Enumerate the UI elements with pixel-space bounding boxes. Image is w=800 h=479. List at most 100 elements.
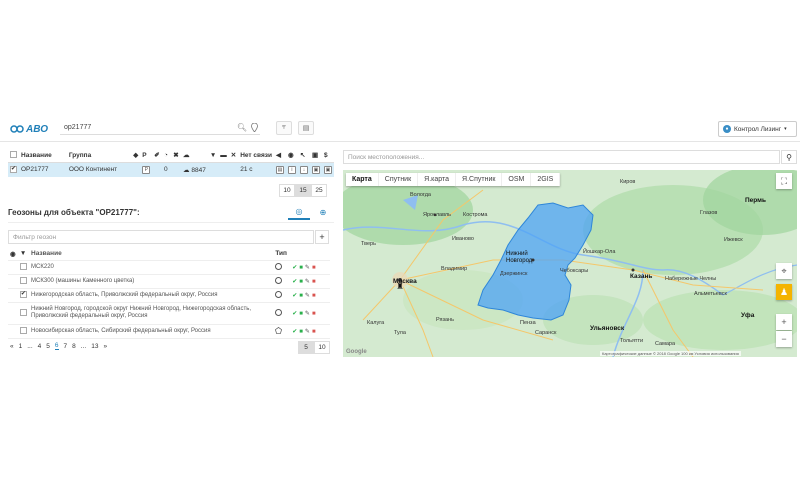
edit-icon[interactable]: ✎	[305, 278, 310, 285]
delete-icon[interactable]: ■	[312, 329, 316, 335]
page-size-10[interactable]: 10	[279, 184, 295, 197]
square-icon[interactable]: ■	[299, 293, 303, 299]
user-menu[interactable]: ● Контрол Лизинг ▾	[718, 121, 797, 137]
geozone-checkbox[interactable]	[19, 263, 27, 271]
tab-osm[interactable]: OSM	[502, 173, 532, 186]
shield-icon[interactable]: ◆	[133, 152, 138, 159]
geozone-checkbox[interactable]	[19, 327, 27, 335]
location-pin-icon[interactable]	[248, 122, 260, 134]
geozone-row[interactable]: МСК300 (машины Каменного цветка) ✔ ■ ✎ ■	[8, 274, 330, 289]
reports-button[interactable]: ▤	[298, 121, 314, 135]
square-icon[interactable]: ■	[299, 279, 303, 285]
delete-icon[interactable]: ■	[312, 265, 316, 271]
download-icon[interactable]: ↓	[299, 165, 308, 174]
geozone-row[interactable]: Нижний Новгород, городской округ Нижний …	[8, 302, 330, 325]
check-icon[interactable]: ✔	[292, 310, 297, 317]
page-size-5[interactable]: 5	[298, 341, 314, 354]
col-geozone-type[interactable]: Тип	[273, 248, 290, 261]
lock-alt-icon[interactable]: ▣	[323, 165, 332, 174]
sound-icon[interactable]: ◀	[276, 152, 281, 159]
mileage-icon[interactable]: ☁	[183, 152, 190, 159]
zoom-tab[interactable]: ⊕	[312, 204, 334, 220]
tab-yandex-satellite[interactable]: Я.Спутник	[456, 173, 503, 186]
check-icon[interactable]: ✔	[292, 328, 297, 335]
filter-icon[interactable]: ▼	[210, 152, 216, 159]
table-row[interactable]: ✔ OP21777 ООО Континент P 0 ☁ 8847 21 с …	[8, 162, 334, 177]
eye-icon[interactable]: ◉	[10, 251, 16, 258]
map-attribution[interactable]: Картографические данные © 2018 Google 10…	[600, 351, 741, 356]
info-icon[interactable]: i	[287, 165, 296, 174]
filter-icon[interactable]: ▼	[20, 250, 26, 257]
lock-status-icon[interactable]: ▣	[311, 165, 320, 174]
street-view-button[interactable]: ♟	[776, 284, 792, 300]
zoom-out-button[interactable]: −	[776, 331, 792, 347]
col-geozone-name[interactable]: Название	[29, 248, 274, 261]
calendar-icon[interactable]: ▤	[275, 165, 284, 174]
search-input[interactable]: op21777	[60, 124, 236, 131]
map-view[interactable]	[343, 170, 797, 357]
object-search[interactable]: op21777 🔍︎	[60, 121, 260, 135]
tab-2gis[interactable]: 2GIS	[531, 173, 561, 186]
geozone-filter-input[interactable]: Фильтр геозон	[8, 230, 314, 244]
fullscreen-button[interactable]: ⛶	[776, 173, 792, 189]
geozone-checkbox[interactable]: ✔	[19, 291, 27, 299]
add-geozone-button[interactable]: +	[315, 230, 329, 244]
edit-icon[interactable]: ✎	[305, 292, 310, 299]
cancel-icon[interactable]: ✕	[231, 152, 236, 159]
square-icon[interactable]: ■	[299, 311, 303, 317]
check-icon[interactable]: ✔	[292, 292, 297, 299]
zoom-in-button[interactable]: +	[776, 314, 792, 330]
page-size-10[interactable]: 10	[314, 341, 330, 354]
parking-icon[interactable]: P	[142, 152, 146, 159]
ignition-icon[interactable]: ✐	[154, 152, 159, 159]
delete-icon[interactable]: ■	[312, 311, 316, 317]
app-logo[interactable]: АВО	[10, 123, 50, 135]
col-group[interactable]: Группа	[66, 148, 132, 163]
eye-icon[interactable]: ◉	[288, 152, 294, 159]
lock-icon[interactable]: ▣	[312, 152, 318, 159]
edit-icon[interactable]: ✎	[305, 328, 310, 335]
cursor-icon[interactable]: ↖	[300, 152, 305, 159]
speedometer-icon[interactable]: ◔	[164, 152, 168, 159]
tracks-button[interactable]: ⫧	[276, 121, 292, 135]
geozone-row[interactable]: Новосибирская область, Сибирский федерал…	[8, 324, 330, 339]
locate-button[interactable]: ⌖	[776, 263, 792, 279]
map-canvas[interactable]	[343, 170, 797, 357]
col-name[interactable]: Название	[19, 148, 67, 163]
row-checkbox[interactable]: ✔	[10, 166, 17, 174]
page-link[interactable]: 8	[72, 343, 76, 350]
map-search-button[interactable]: ⚲	[781, 150, 797, 164]
globe-tab[interactable]: ◎	[288, 204, 310, 220]
car-icon[interactable]: ▬	[220, 152, 227, 159]
geozone-checkbox[interactable]	[19, 309, 27, 317]
tab-satellite[interactable]: Спутник	[379, 173, 419, 186]
dollar-icon[interactable]: $	[324, 152, 328, 159]
map-search-input[interactable]: Поиск местоположения...	[343, 150, 780, 164]
page-link[interactable]: 7	[64, 343, 68, 350]
col-no-connection[interactable]: Нет связи	[238, 148, 274, 163]
delete-icon[interactable]: ■	[312, 293, 316, 299]
search-icon[interactable]: 🔍︎	[236, 122, 248, 134]
edit-icon[interactable]: ✎	[305, 310, 310, 317]
check-icon[interactable]: ✔	[292, 278, 297, 285]
delete-icon[interactable]: ■	[312, 279, 316, 285]
page-first[interactable]: «	[10, 343, 14, 350]
page-link[interactable]: 13	[91, 343, 98, 350]
tools-icon[interactable]: ✖	[173, 152, 178, 159]
square-icon[interactable]: ■	[299, 329, 303, 335]
square-icon[interactable]: ■	[299, 265, 303, 271]
page-size-25[interactable]: 25	[311, 184, 327, 197]
tab-map[interactable]: Карта	[346, 173, 379, 186]
page-link[interactable]: 4	[38, 343, 42, 350]
geozone-checkbox[interactable]	[19, 277, 27, 285]
select-all-checkbox[interactable]	[10, 151, 17, 159]
check-icon[interactable]: ✔	[292, 264, 297, 271]
page-link[interactable]: 1	[19, 343, 23, 350]
tab-yandex-map[interactable]: Я.карта	[418, 173, 457, 186]
vehicle-marker-icon[interactable]: ♜	[396, 281, 404, 292]
geozone-row[interactable]: ✔ Нижегородская область, Приволжский фед…	[8, 288, 330, 303]
page-size-15[interactable]: 15	[295, 184, 311, 197]
edit-icon[interactable]: ✎	[305, 264, 310, 271]
page-link[interactable]: 5	[46, 343, 50, 350]
page-current[interactable]: 6	[54, 342, 59, 350]
